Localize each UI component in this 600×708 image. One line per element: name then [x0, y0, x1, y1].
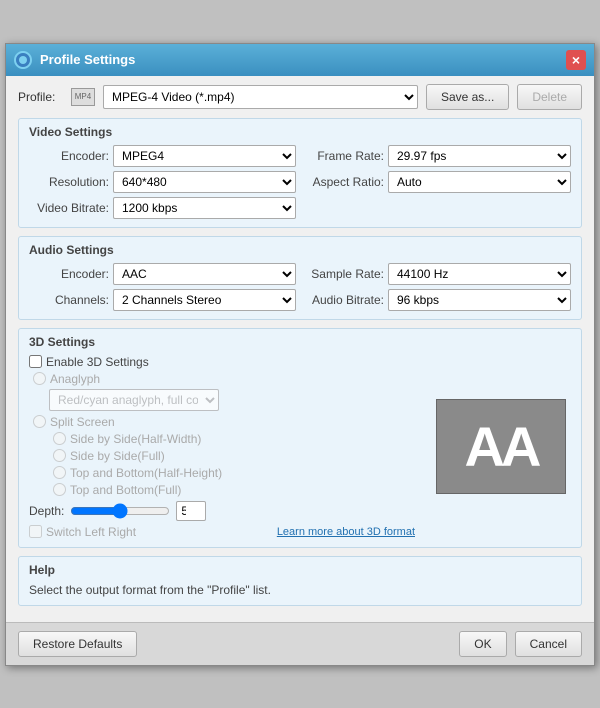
resolution-row: Resolution: 640*480 — [29, 171, 296, 193]
depth-slider[interactable] — [70, 504, 170, 518]
learn-more-link[interactable]: Learn more about 3D format — [277, 526, 415, 538]
main-content: Profile: MP4 MPEG-4 Video (*.mp4) Save a… — [6, 76, 594, 622]
audio-settings-grid: Encoder: AAC Sample Rate: 44100 Hz Chann… — [29, 263, 571, 311]
title-bar: Profile Settings × — [6, 44, 594, 76]
frame-rate-select[interactable]: 29.97 fps — [388, 145, 571, 167]
enable-3d-row: Enable 3D Settings — [29, 355, 415, 369]
split-option-1: Side by Side(Full) — [49, 449, 415, 463]
split-top-half-radio[interactable] — [53, 466, 66, 479]
split-full-radio[interactable] — [53, 449, 66, 462]
resolution-select[interactable]: 640*480 — [113, 171, 296, 193]
audio-encoder-label: Encoder: — [29, 267, 109, 281]
split-half-width-radio[interactable] — [53, 432, 66, 445]
profile-settings-window: Profile Settings × Profile: MP4 MPEG-4 V… — [5, 43, 595, 666]
ok-button[interactable]: OK — [459, 631, 506, 657]
restore-defaults-button[interactable]: Restore Defaults — [18, 631, 137, 657]
help-section: Help Select the output format from the "… — [18, 556, 582, 606]
anaglyph-type-select[interactable]: Red/cyan anaglyph, full color — [49, 389, 219, 411]
video-bitrate-select[interactable]: 1200 kbps — [113, 197, 296, 219]
app-icon — [14, 51, 32, 69]
video-settings-title: Video Settings — [29, 125, 571, 139]
channels-select[interactable]: 2 Channels Stereo — [113, 289, 296, 311]
video-settings-grid: Encoder: MPEG4 Frame Rate: 29.97 fps Res… — [29, 145, 571, 219]
split-option-2: Top and Bottom(Half-Height) — [49, 466, 415, 480]
audio-settings-title: Audio Settings — [29, 243, 571, 257]
depth-input[interactable] — [176, 501, 206, 521]
anaglyph-radio[interactable] — [33, 372, 46, 385]
3d-settings-section: 3D Settings Enable 3D Settings A — [18, 328, 582, 548]
split-screen-options: Side by Side(Half-Width) Side by Side(Fu… — [49, 432, 415, 497]
video-bitrate-row: Video Bitrate: 1200 kbps — [29, 197, 296, 219]
profile-format-icon: MP4 — [71, 88, 95, 106]
frame-rate-row: Frame Rate: 29.97 fps — [304, 145, 571, 167]
depth-row: Depth: — [29, 501, 415, 521]
3d-content-row: Enable 3D Settings Anaglyph Red/cyan an — [29, 355, 571, 539]
switch-lr-label[interactable]: Switch Left Right — [29, 525, 136, 539]
audio-encoder-row: Encoder: AAC — [29, 263, 296, 285]
encoder-select[interactable]: MPEG4 — [113, 145, 296, 167]
audio-settings-section: Audio Settings Encoder: AAC Sample Rate:… — [18, 236, 582, 320]
split-option-3: Top and Bottom(Full) — [49, 483, 415, 497]
aspect-ratio-label: Aspect Ratio: — [304, 175, 384, 189]
close-button[interactable]: × — [566, 50, 586, 70]
3d-settings-title: 3D Settings — [29, 335, 571, 349]
split-top-full-radio[interactable] — [53, 483, 66, 496]
switch-row: Switch Left Right Learn more about 3D fo… — [29, 525, 415, 539]
window-title: Profile Settings — [40, 52, 566, 67]
frame-rate-label: Frame Rate: — [304, 149, 384, 163]
audio-bitrate-select[interactable]: 96 kbps — [388, 289, 571, 311]
help-text: Select the output format from the "Profi… — [29, 583, 571, 597]
cancel-button[interactable]: Cancel — [515, 631, 582, 657]
profile-label: Profile: — [18, 90, 63, 104]
footer-right-buttons: OK Cancel — [459, 631, 582, 657]
anaglyph-select-row: Red/cyan anaglyph, full color — [49, 389, 415, 411]
aa-preview-panel: AA — [431, 355, 571, 539]
help-title: Help — [29, 563, 571, 577]
aspect-ratio-row: Aspect Ratio: Auto — [304, 171, 571, 193]
audio-bitrate-row: Audio Bitrate: 96 kbps — [304, 289, 571, 311]
channels-label: Channels: — [29, 293, 109, 307]
enable-3d-checkbox[interactable] — [29, 355, 42, 368]
save-as-button[interactable]: Save as... — [426, 84, 509, 110]
encoder-label: Encoder: — [29, 149, 109, 163]
split-screen-radio-label[interactable]: Split Screen — [33, 415, 415, 429]
sample-rate-row: Sample Rate: 44100 Hz — [304, 263, 571, 285]
anaglyph-radio-row: Anaglyph — [29, 372, 415, 386]
profile-row: Profile: MP4 MPEG-4 Video (*.mp4) Save a… — [18, 84, 582, 110]
aspect-ratio-select[interactable]: Auto — [388, 171, 571, 193]
audio-bitrate-label: Audio Bitrate: — [304, 293, 384, 307]
aa-preview-box: AA — [436, 399, 566, 494]
depth-label: Depth: — [29, 504, 64, 518]
video-bitrate-label: Video Bitrate: — [29, 201, 109, 215]
anaglyph-radio-label[interactable]: Anaglyph — [33, 372, 415, 386]
encoder-row: Encoder: MPEG4 — [29, 145, 296, 167]
split-screen-radio-row: Split Screen — [29, 415, 415, 429]
split-option-0: Side by Side(Half-Width) — [49, 432, 415, 446]
delete-button[interactable]: Delete — [517, 84, 582, 110]
video-settings-section: Video Settings Encoder: MPEG4 Frame Rate… — [18, 118, 582, 228]
channels-row: Channels: 2 Channels Stereo — [29, 289, 296, 311]
switch-lr-checkbox[interactable] — [29, 525, 42, 538]
profile-select[interactable]: MPEG-4 Video (*.mp4) — [103, 85, 418, 109]
sample-rate-select[interactable]: 44100 Hz — [388, 263, 571, 285]
footer: Restore Defaults OK Cancel — [6, 622, 594, 665]
audio-encoder-select[interactable]: AAC — [113, 263, 296, 285]
enable-3d-label[interactable]: Enable 3D Settings — [29, 355, 415, 369]
sample-rate-label: Sample Rate: — [304, 267, 384, 281]
split-screen-radio[interactable] — [33, 415, 46, 428]
aa-preview-text: AA — [465, 419, 538, 475]
3d-left-panel: Enable 3D Settings Anaglyph Red/cyan an — [29, 355, 415, 539]
resolution-label: Resolution: — [29, 175, 109, 189]
